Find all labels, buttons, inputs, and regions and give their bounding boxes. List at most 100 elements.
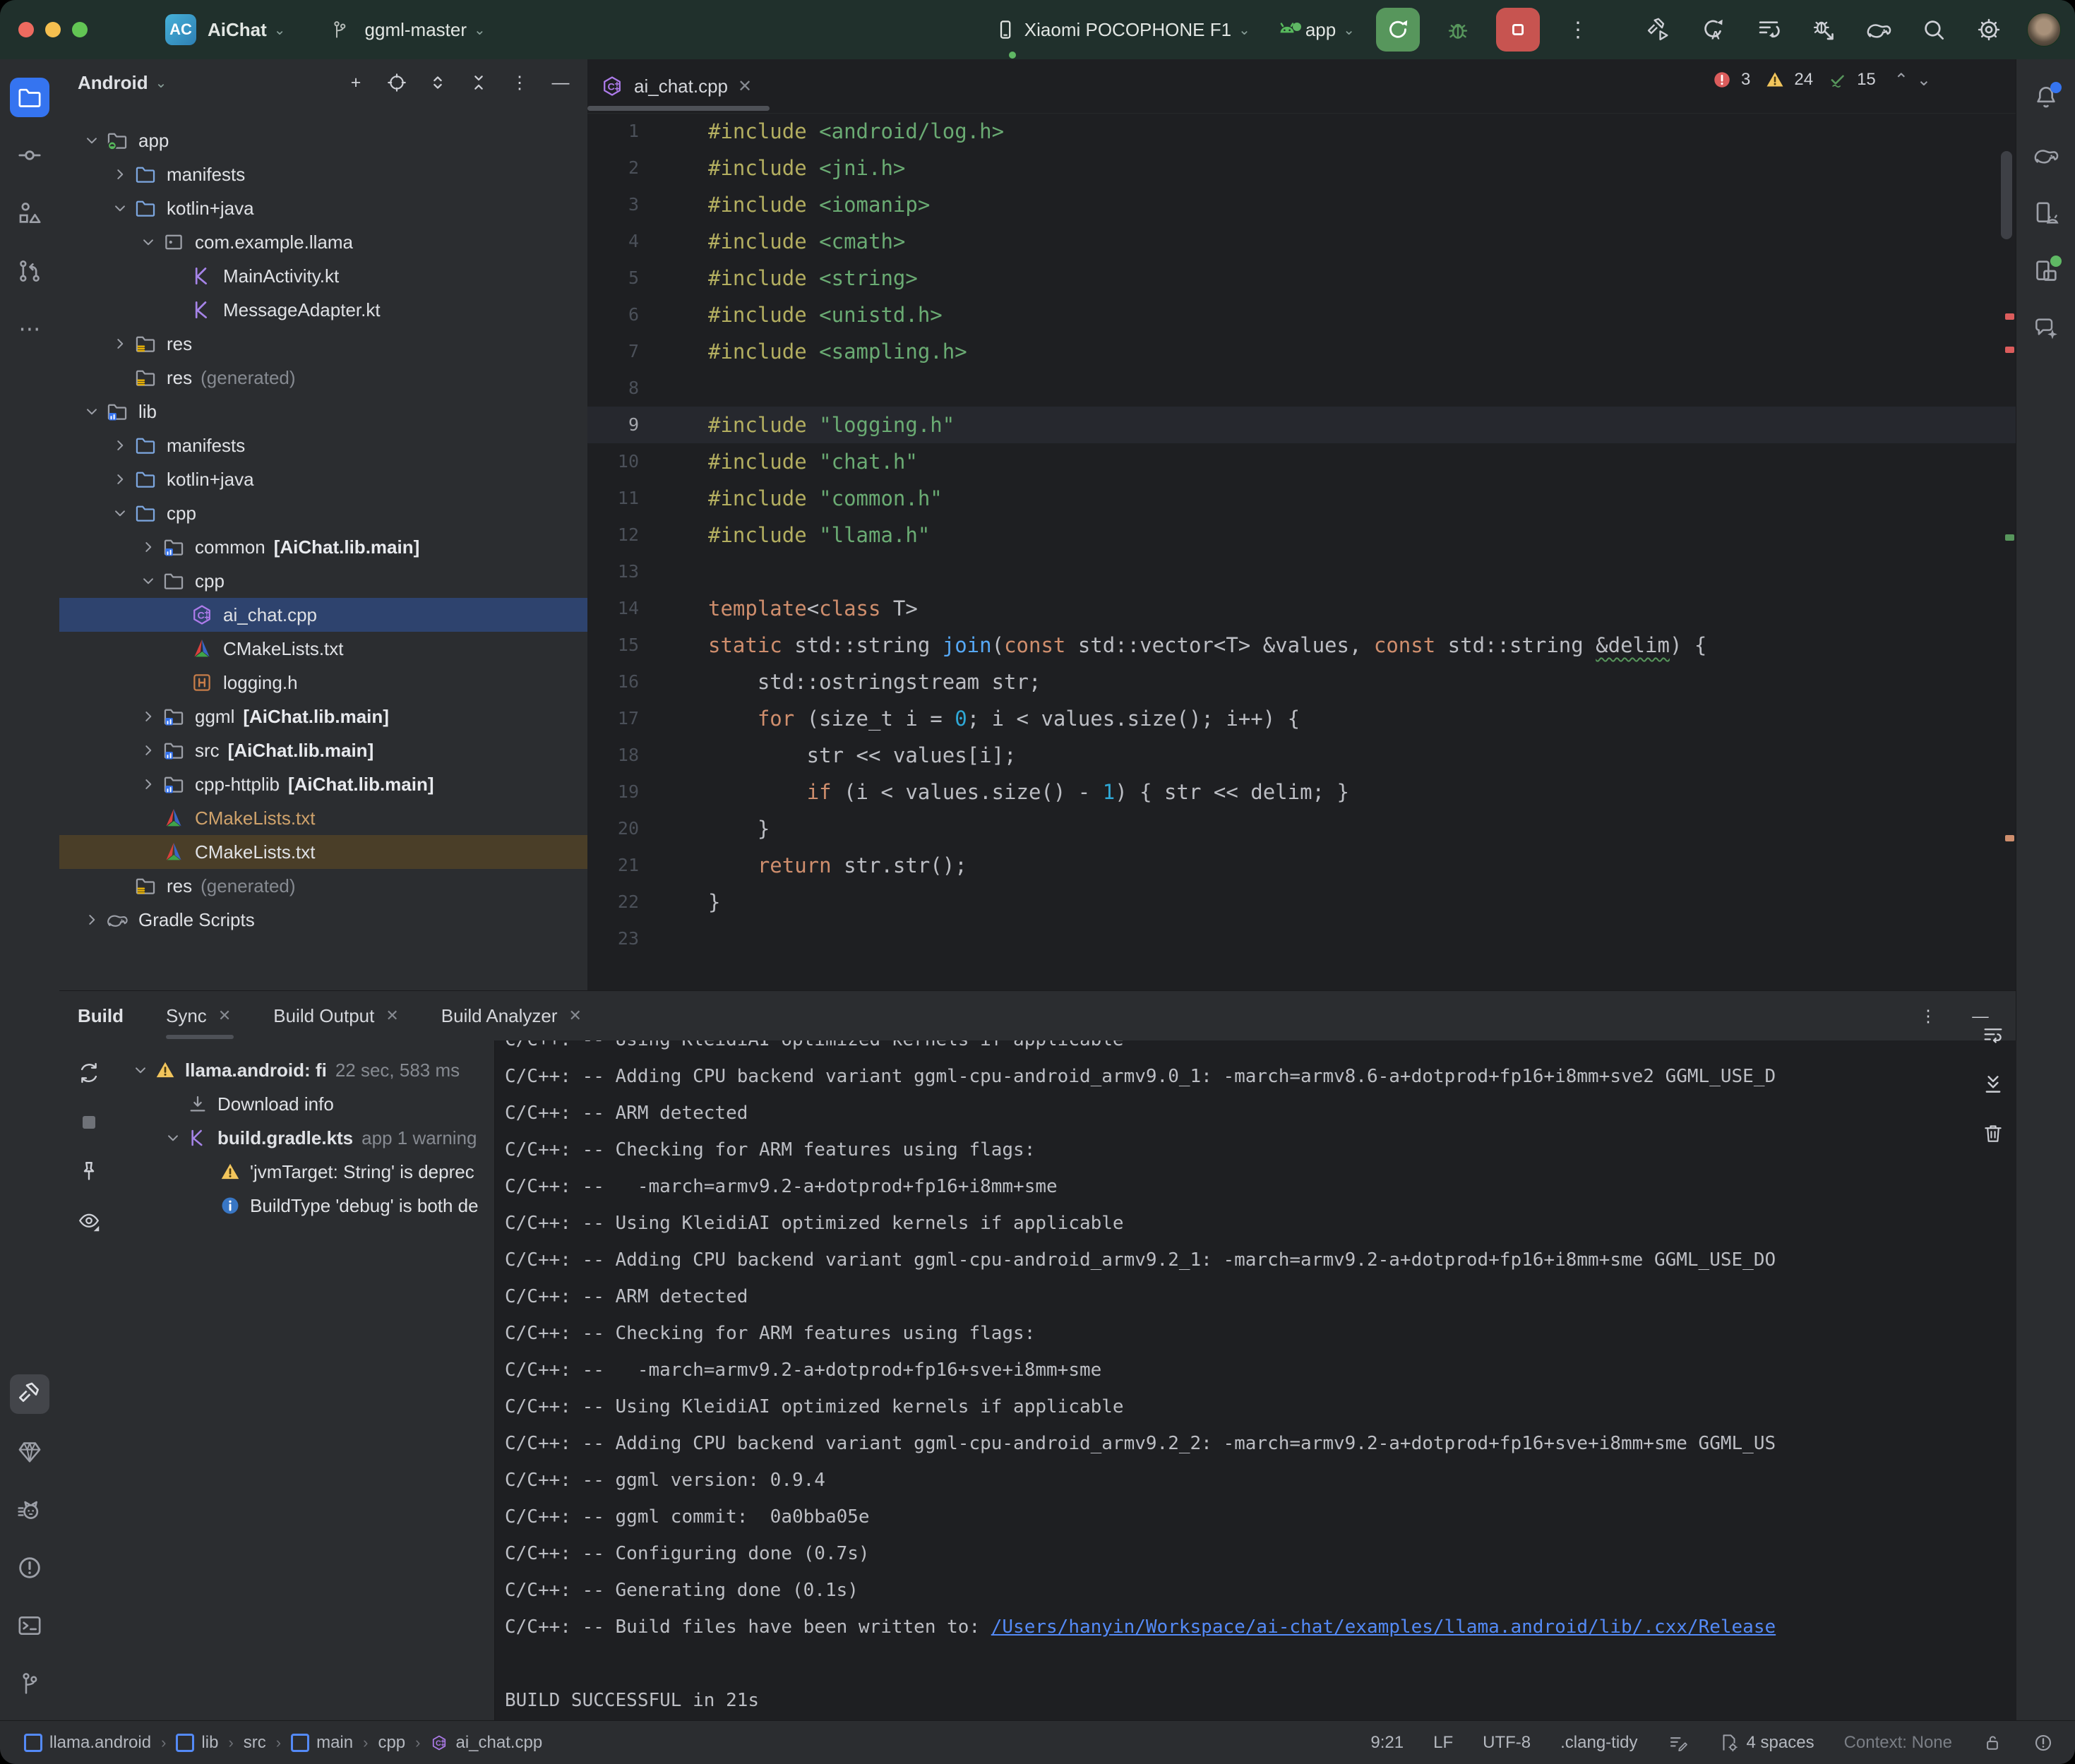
stripe-mark-green[interactable] (2005, 534, 2014, 541)
previous-problem-icon[interactable]: ⌃ (1894, 70, 1908, 90)
formatter-icon[interactable] (1668, 1732, 1689, 1753)
project-tree-item-com-example-llama[interactable]: com.example.llama (59, 225, 587, 259)
build-tree-item[interactable]: build.gradle.ktsapp 1 warning (119, 1121, 494, 1155)
app-quality-insights-tool-button[interactable] (10, 1432, 49, 1472)
chevron-right-icon[interactable] (107, 436, 133, 455)
profiler-button[interactable] (1752, 13, 1786, 47)
build-panel-title[interactable]: Build (78, 1005, 124, 1027)
editor-scrollbar[interactable] (2001, 151, 2012, 239)
select-opened-file-button[interactable] (383, 68, 411, 97)
run-configuration-selector[interactable]: app ⌄ (1272, 14, 1355, 45)
collapse-all-button[interactable] (465, 68, 493, 97)
chevron-right-icon[interactable] (136, 775, 161, 793)
project-tree-item-kotlin-java[interactable]: kotlin+java (59, 462, 587, 496)
version-control-tool-button[interactable] (10, 1664, 49, 1703)
chevron-down-icon[interactable] (161, 1129, 185, 1147)
build-tree-item[interactable]: llama.android: fi22 sec, 583 ms (119, 1053, 494, 1087)
project-tree-item-lib[interactable]: lib (59, 395, 587, 428)
device-selector[interactable]: Xiaomi POCOPHONE F1 ⌄ (991, 15, 1250, 44)
minimize-window-button[interactable] (45, 22, 61, 37)
hide-panel-button[interactable]: — (546, 68, 575, 97)
chevron-down-icon[interactable] (136, 233, 161, 251)
next-problem-icon[interactable]: ⌄ (1917, 70, 1931, 90)
project-tree-item-ggml[interactable]: ggml[AiChat.lib.main] (59, 700, 587, 733)
code-style-config[interactable]: .clang-tidy (1560, 1733, 1637, 1753)
line-separator[interactable]: LF (1433, 1733, 1453, 1753)
more-actions-kebab-icon[interactable]: ⋮ (1561, 13, 1595, 47)
chevron-down-icon[interactable] (107, 199, 133, 217)
build-tree-item[interactable]: Download info (119, 1087, 494, 1121)
build-tab-sync[interactable]: Sync✕ (166, 991, 231, 1040)
build-tool-button[interactable] (10, 1374, 49, 1414)
running-devices-tool-button[interactable] (2026, 251, 2066, 291)
project-tree-item-gradle-scripts[interactable]: Gradle Scripts (59, 903, 587, 937)
breadcrumb-cpp[interactable]: cpp (378, 1733, 405, 1753)
file-encoding[interactable]: UTF-8 (1483, 1733, 1531, 1753)
scroll-to-end-button[interactable] (1976, 1067, 2010, 1101)
expand-all-button[interactable] (424, 68, 452, 97)
chevron-right-icon[interactable] (107, 165, 133, 184)
error-stripe-mark[interactable] (2005, 347, 2014, 353)
settings-button[interactable] (1972, 13, 2006, 47)
chevron-right-icon[interactable] (136, 538, 161, 556)
file-lock-indicator[interactable] (1982, 1732, 2003, 1753)
breadcrumb-main[interactable]: main (291, 1733, 353, 1753)
caret-position[interactable]: 9:21 (1370, 1733, 1404, 1753)
options-menu-button[interactable]: ⋮ (506, 68, 534, 97)
chevron-down-icon[interactable] (79, 402, 104, 421)
vcs-branch-widget[interactable]: ggml-master ⌄ (325, 16, 486, 44)
project-tree-item-common[interactable]: common[AiChat.lib.main] (59, 530, 587, 564)
close-tab-icon[interactable]: ✕ (738, 76, 752, 97)
project-tree-item-ai-chat-cpp[interactable]: ai_chat.cpp (59, 598, 587, 632)
view-options-button[interactable] (72, 1204, 106, 1238)
close-tab-icon[interactable]: ✕ (569, 1007, 582, 1025)
project-tree-item-cmakelists-txt[interactable]: CMakeLists.txt (59, 835, 587, 869)
project-tree-item-manifests[interactable]: manifests (59, 157, 587, 191)
chevron-right-icon[interactable] (79, 911, 104, 929)
logcat-tool-button[interactable] (10, 1490, 49, 1530)
debug-button[interactable] (1441, 13, 1475, 47)
chevron-right-icon[interactable] (107, 470, 133, 488)
close-window-button[interactable] (18, 22, 34, 37)
clear-all-button[interactable] (1976, 1117, 2010, 1151)
project-widget[interactable]: AC AiChat ⌄ (88, 14, 286, 45)
stop-sync-button[interactable] (72, 1105, 106, 1139)
close-tab-icon[interactable]: ✕ (218, 1007, 231, 1025)
project-tree-item-res[interactable]: res(generated) (59, 869, 587, 903)
maximize-window-button[interactable] (72, 22, 88, 37)
breadcrumb-lib[interactable]: lib (176, 1733, 218, 1753)
build-tab-build-output[interactable]: Build Output✕ (273, 991, 399, 1040)
project-tree-item-cmakelists-txt[interactable]: CMakeLists.txt (59, 632, 587, 666)
chevron-down-icon[interactable] (136, 572, 161, 590)
gradle-sync-button[interactable] (1862, 13, 1896, 47)
soft-wrap-button[interactable] (1976, 1018, 2010, 1052)
project-tree-item-cpp[interactable]: cpp (59, 496, 587, 530)
device-manager-tool-button[interactable] (2026, 193, 2066, 233)
close-tab-icon[interactable]: ✕ (385, 1007, 398, 1025)
build-tree-item[interactable]: BuildType 'debug' is both de (119, 1189, 494, 1223)
error-stripe-mark[interactable] (2005, 313, 2014, 320)
breadcrumb-ai-chat-cpp[interactable]: ai_chat.cpp (430, 1733, 542, 1753)
breadcrumb-src[interactable]: src (244, 1733, 266, 1753)
structure-tool-button[interactable] (10, 193, 49, 233)
search-everywhere-button[interactable] (1917, 13, 1951, 47)
pull-requests-tool-button[interactable] (10, 251, 49, 291)
apply-changes-button[interactable] (1697, 13, 1730, 47)
build-output-path-link[interactable]: /Users/hanyin/Workspace/ai-chat/examples… (991, 1616, 1776, 1638)
project-tree-item-res[interactable]: res (59, 327, 587, 361)
add-button[interactable]: + (342, 68, 370, 97)
notifications-button[interactable] (2026, 78, 2066, 117)
project-tree-item-messageadapter-kt[interactable]: MessageAdapter.kt (59, 293, 587, 327)
code-editor[interactable]: 1#include <android/log.h>2#include <jni.… (587, 113, 2016, 957)
project-tree-item-kotlin-java[interactable]: kotlin+java (59, 191, 587, 225)
build-tab-build-analyzer[interactable]: Build Analyzer✕ (441, 991, 582, 1040)
attach-debugger-button[interactable] (1807, 13, 1841, 47)
rerun-button[interactable] (1376, 8, 1420, 52)
project-tree-item-mainactivity-kt[interactable]: MainActivity.kt (59, 259, 587, 293)
terminal-tool-button[interactable] (10, 1606, 49, 1645)
project-tree-item-res[interactable]: res(generated) (59, 361, 587, 395)
stop-button[interactable] (1496, 8, 1540, 52)
chevron-down-icon[interactable] (79, 131, 104, 150)
chevron-right-icon[interactable] (107, 335, 133, 353)
commit-tool-button[interactable] (10, 136, 49, 175)
